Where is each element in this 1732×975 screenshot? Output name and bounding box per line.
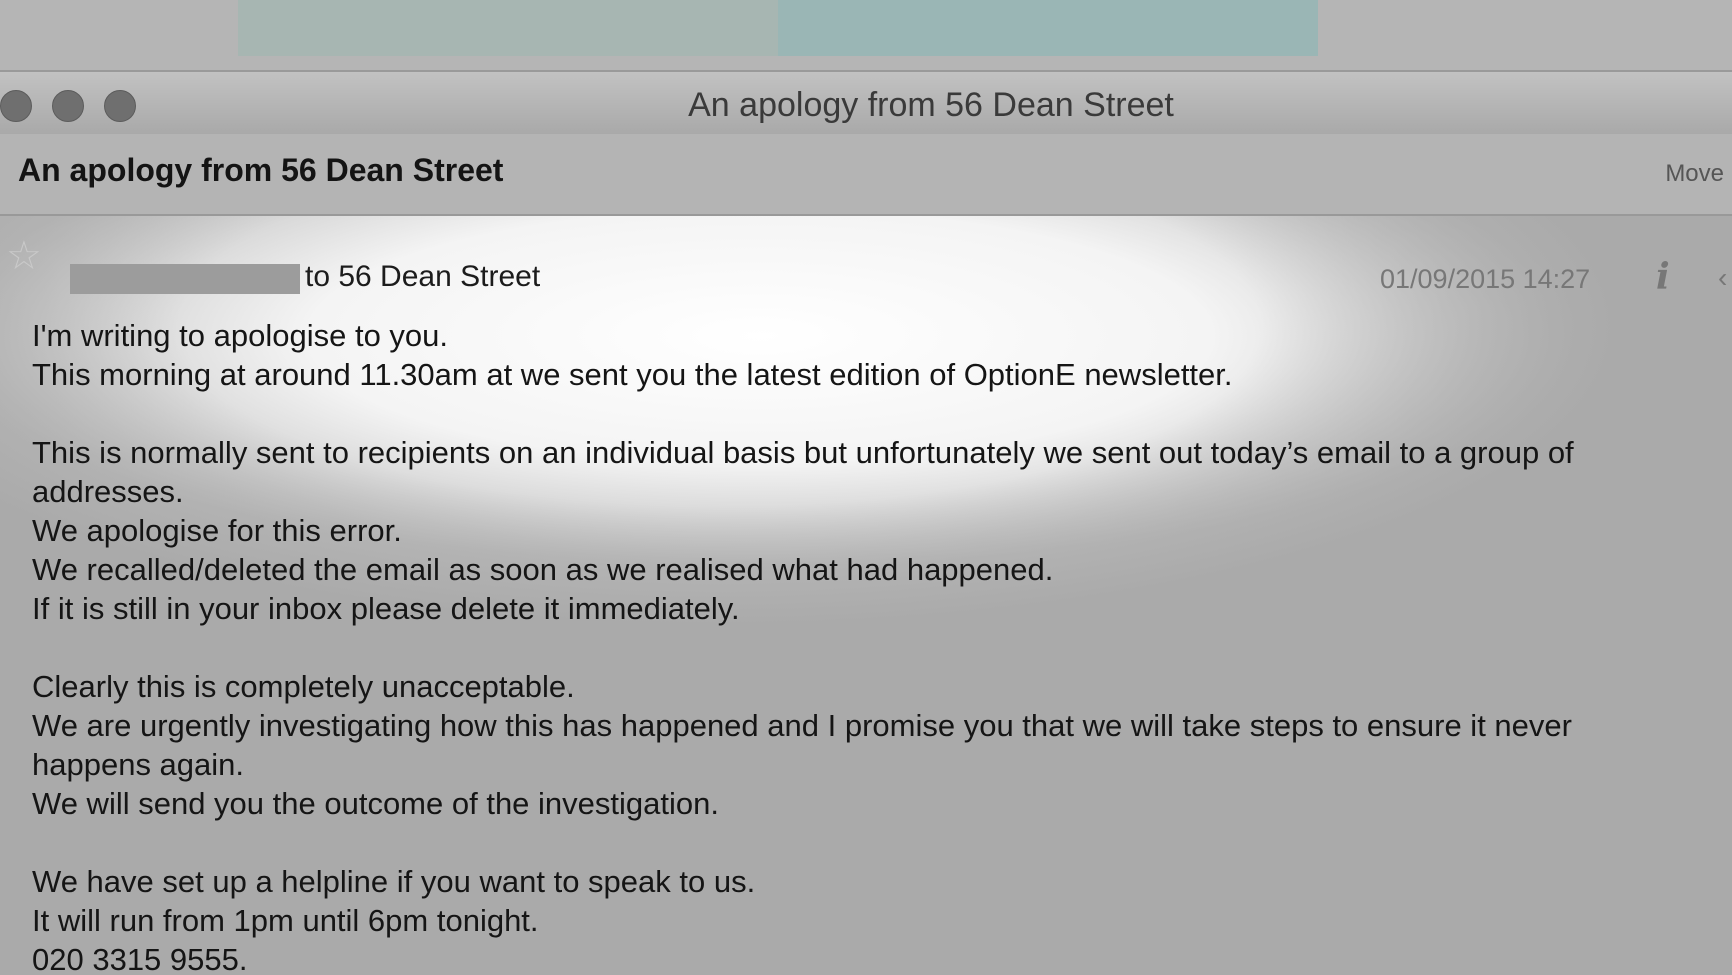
reply-arrow-icon[interactable]: ‹ [1718, 262, 1727, 294]
body-paragraph: This is normally sent to recipients on a… [32, 433, 1732, 628]
body-line: This morning at around 11.30am at we sen… [32, 357, 1233, 392]
redacted-sender [70, 264, 300, 294]
background-block [778, 0, 1318, 56]
body-line: Clearly this is completely unacceptable. [32, 669, 575, 704]
body-line: This is normally sent to recipients on a… [32, 435, 1574, 470]
body-line: addresses. [32, 474, 184, 509]
info-icon[interactable]: i [1656, 256, 1670, 298]
window-title-bar: An apology from 56 Dean Street [0, 70, 1732, 136]
background-block [238, 0, 778, 56]
screen: An apology from 56 Dean Street An apolog… [0, 0, 1732, 975]
window-title: An apology from 56 Dean Street [688, 86, 1174, 124]
body-line: happens again. [32, 747, 245, 782]
body-line: 020 3315 9555. [32, 942, 248, 975]
recipient-line: to 56 Dean Street [305, 260, 541, 293]
message-subject: An apology from 56 Dean Street [18, 152, 504, 188]
body-paragraph: I'm writing to apologise to you. This mo… [32, 316, 1732, 394]
body-line: It will run from 1pm until 6pm tonight. [32, 903, 539, 938]
body-line: We are urgently investigating how this h… [32, 708, 1572, 743]
message-body: I'm writing to apologise to you. This mo… [32, 316, 1732, 975]
message-date: 01/09/2015 14:27 [1380, 264, 1591, 294]
body-line: We recalled/deleted the email as soon as… [32, 552, 1054, 587]
body-line: We apologise for this error. [32, 513, 402, 548]
body-line: If it is still in your inbox please dele… [32, 591, 740, 626]
message-pane: ☆ to 56 Dean Street 01/09/2015 14:27 i ‹… [0, 216, 1732, 975]
body-line: I'm writing to apologise to you. [32, 318, 449, 353]
message-header: ☆ to 56 Dean Street 01/09/2015 14:27 i ‹ [0, 234, 1732, 298]
background-strip [0, 0, 1732, 70]
body-paragraph: We have set up a helpline if you want to… [32, 862, 1732, 975]
star-icon[interactable]: ☆ [6, 236, 42, 276]
move-button[interactable]: Move [1665, 160, 1724, 188]
body-paragraph: Clearly this is completely unacceptable.… [32, 667, 1732, 823]
message-toolbar: An apology from 56 Dean Street Move [0, 134, 1732, 216]
body-line: We have set up a helpline if you want to… [32, 864, 756, 899]
body-line: We will send you the outcome of the inve… [32, 786, 719, 821]
